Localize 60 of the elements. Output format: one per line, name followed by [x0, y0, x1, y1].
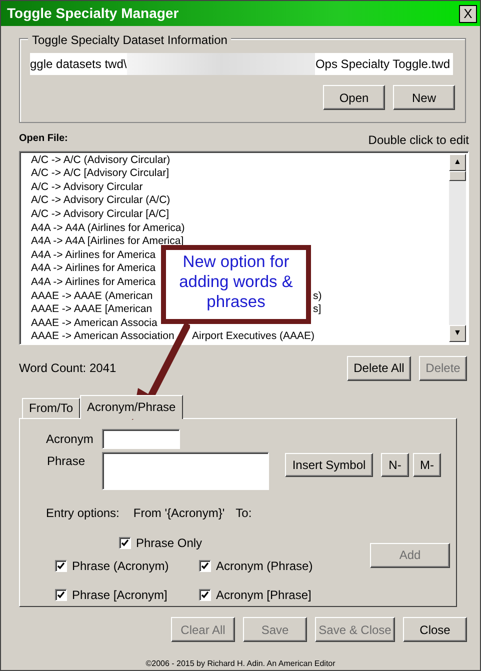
symbol-button[interactable]: Insert Symbol: [285, 452, 373, 477]
list-item[interactable]: A/C -> Advisory Circular: [31, 180, 143, 193]
scroll-down-button[interactable]: ▼: [449, 324, 466, 342]
checkbox[interactable]: [55, 560, 67, 572]
check-icon: [57, 562, 65, 570]
scroll-up-button[interactable]: ▲: [449, 154, 466, 171]
list-item-fragment: Airport Executives (AAAE): [192, 330, 315, 344]
entry-options-label: Entry options:: [46, 504, 120, 522]
list-item[interactable]: A4A -> A4A [Airlines for America]: [31, 235, 184, 248]
path-field[interactable]: ggle datasets twd\ Ops Specialty Toggle.twd: [30, 53, 453, 76]
window-title: Toggle Specialty Manager: [7, 4, 179, 24]
list-item-fragment: s]: [313, 303, 322, 317]
option-label: Acronym [Phrase]: [216, 586, 312, 604]
list-item[interactable]: AAAE -> American Association: [31, 330, 174, 342]
checkbox[interactable]: [55, 588, 67, 601]
option-label: Phrase [Acronym]: [72, 586, 168, 604]
list-item[interactable]: A4A -> Airlines for America: [31, 262, 156, 274]
tab[interactable]: From/To: [22, 398, 80, 418]
list-item[interactable]: A/C -> A/C (Advisory Circular): [31, 154, 170, 166]
phrase-label: Phrase: [47, 452, 86, 470]
list-button[interactable]: Delete All: [347, 356, 411, 381]
checkbox[interactable]: [119, 536, 131, 549]
check-icon: [201, 590, 209, 599]
edit-hint: Double click to edit: [368, 132, 469, 149]
dataset-button[interactable]: Open: [323, 85, 385, 110]
window-close-button[interactable]: X: [459, 4, 477, 23]
check-icon: [57, 590, 65, 599]
phrase-field[interactable]: [102, 452, 269, 490]
open-file-label: Open File:: [19, 132, 68, 146]
check-icon: [121, 538, 129, 547]
copyright-text: ©2006 - 2015 by Richard H. Adin. An American Editor: [144, 658, 336, 670]
list-item-fragment: s): [313, 290, 322, 304]
callout-tooltip: New option for adding words & phrases: [161, 245, 311, 324]
checkbox[interactable]: [199, 560, 211, 572]
dataset-button[interactable]: New: [393, 85, 455, 110]
checkbox[interactable]: [199, 588, 211, 601]
list-item[interactable]: A4A -> Airlines for America: [31, 248, 156, 261]
option-label: Acronym (Phrase): [216, 558, 313, 575]
scrollbar[interactable]: ▲ ▼: [449, 154, 466, 342]
list-item[interactable]: A/C -> A/C [Advisory Circular]: [31, 167, 169, 180]
list-item[interactable]: A4A -> A4A (Airlines for America): [31, 222, 185, 234]
list-item[interactable]: A/C -> Advisory Circular [A/C]: [31, 208, 169, 220]
scroll-thumb[interactable]: [449, 170, 466, 181]
check-icon: [201, 562, 209, 570]
acronym-label: Acronym: [46, 430, 94, 448]
to-label: To:: [236, 504, 252, 522]
list-item[interactable]: A/C -> Advisory Circular (A/C): [31, 194, 170, 206]
list-item[interactable]: AAAE -> AAAE (American: [31, 290, 153, 302]
option-label: Phrase (Acronym): [72, 558, 169, 575]
tab[interactable]: Acronym/Phrase: [80, 394, 183, 419]
option-label: Phrase Only: [136, 534, 202, 552]
list-item[interactable]: AAAE -> AAAE [American: [31, 303, 152, 316]
list-item[interactable]: AAAE -> American Associa: [31, 316, 158, 329]
from-label: From '{Acronym}': [133, 504, 225, 522]
list-item[interactable]: A4A -> Airlines for America: [31, 276, 156, 288]
word-count: Word Count: 2041: [19, 360, 116, 378]
symbol-button[interactable]: M-: [413, 452, 441, 477]
bottom-button[interactable]: Close: [403, 617, 467, 642]
acronym-field[interactable]: [102, 428, 180, 449]
symbol-button[interactable]: N-: [381, 452, 409, 477]
